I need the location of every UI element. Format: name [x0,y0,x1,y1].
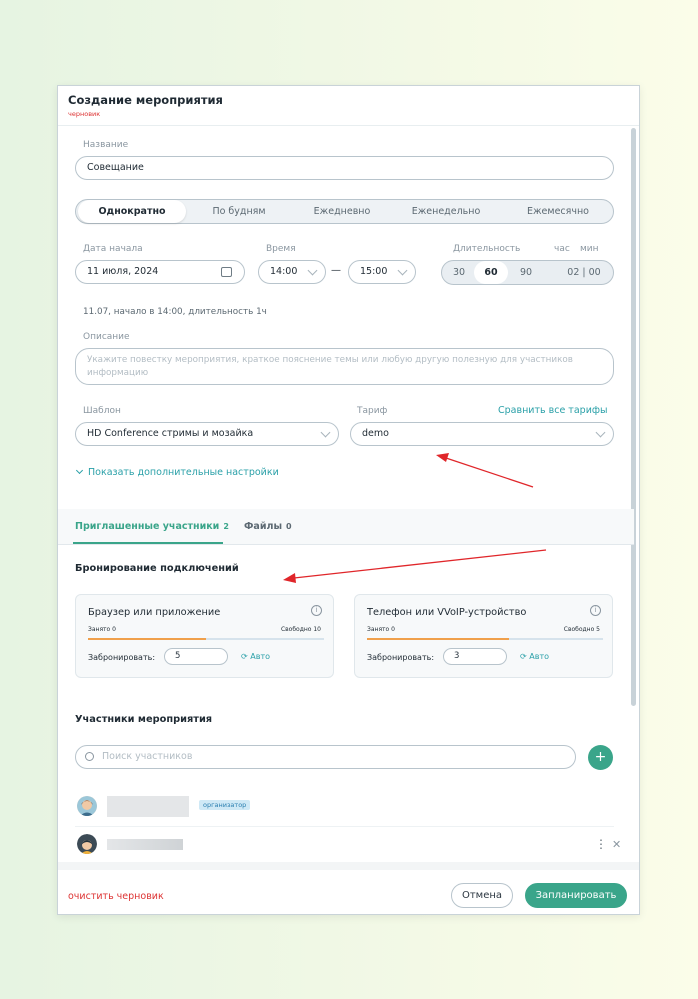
annotation-arrows [283,453,547,583]
